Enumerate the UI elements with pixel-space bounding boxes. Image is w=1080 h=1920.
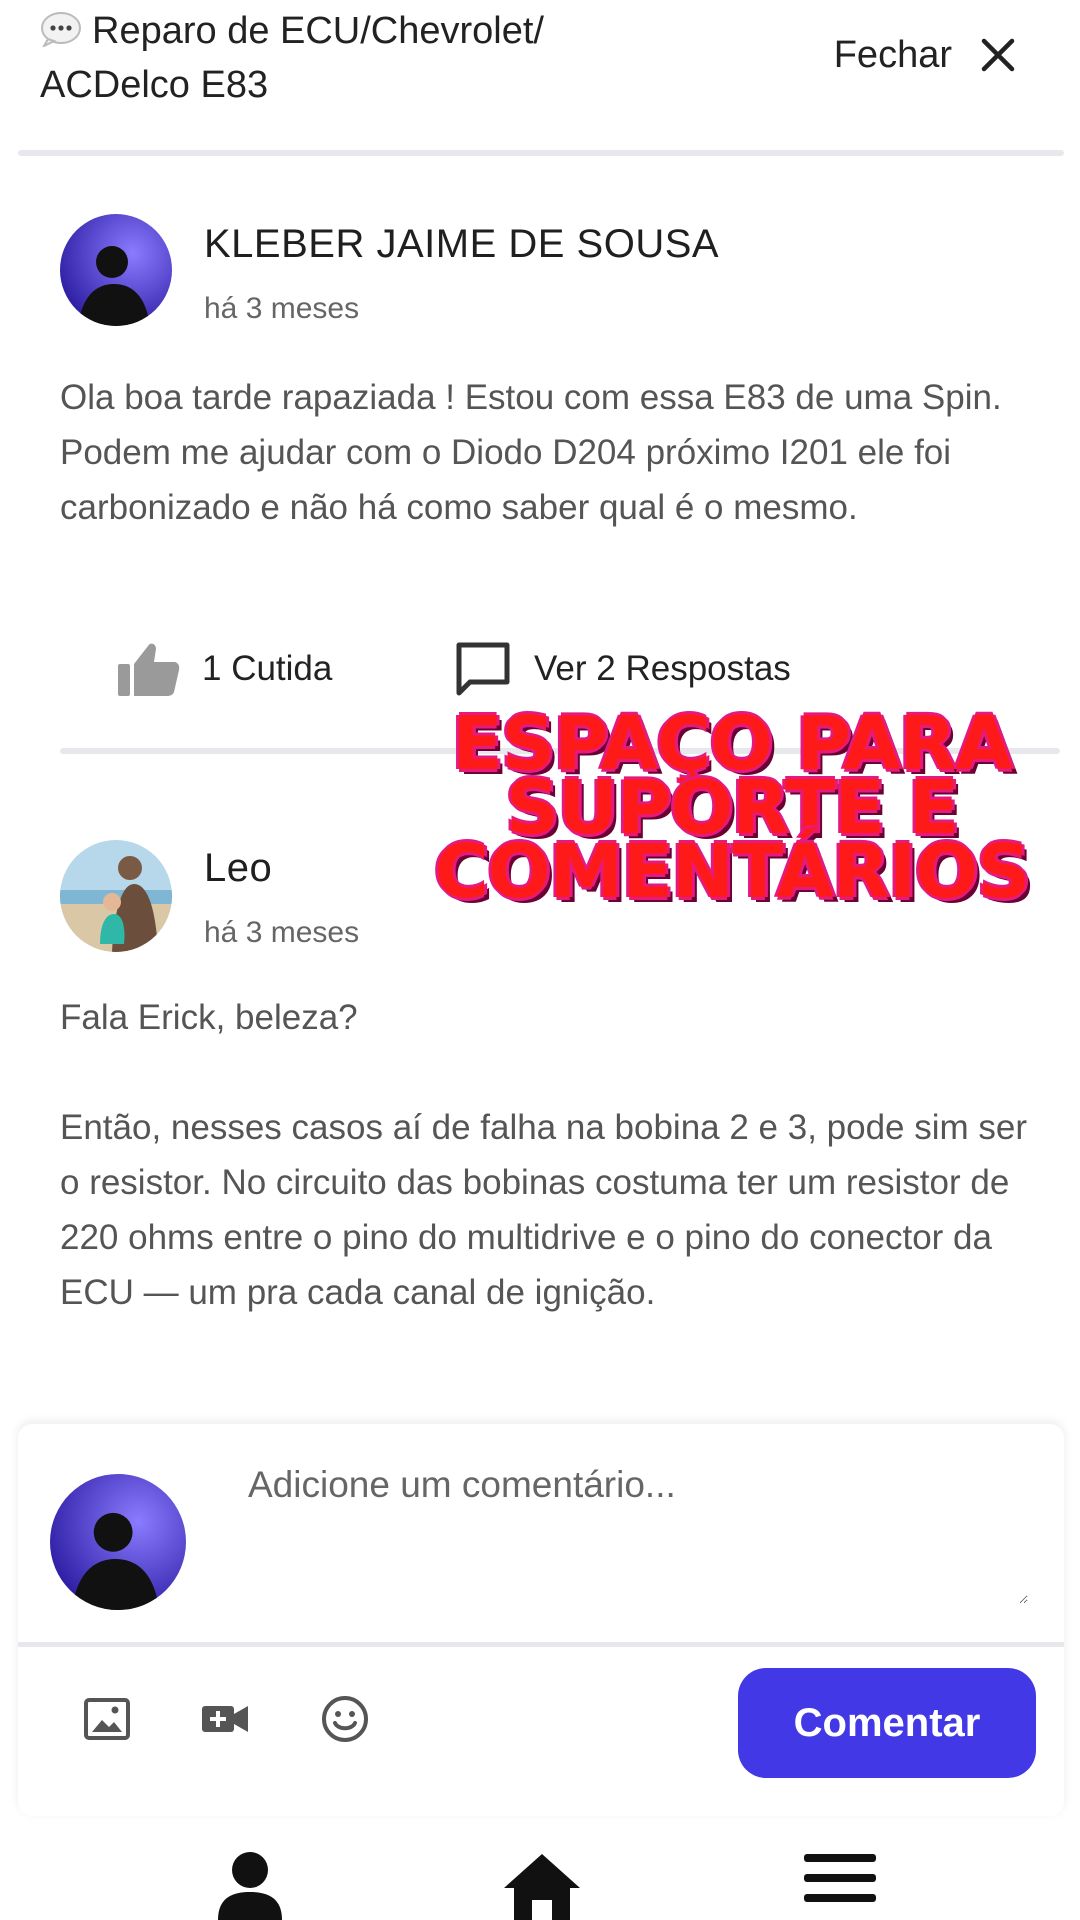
author-name[interactable]: Leo <box>204 846 272 891</box>
chat-bubble-icon <box>41 12 81 47</box>
close-label: Fechar <box>833 33 952 76</box>
avatar <box>50 1474 186 1610</box>
comment-icon <box>456 642 510 696</box>
post-time: há 3 meses <box>204 916 360 949</box>
post-time: há 3 meses <box>204 292 360 325</box>
replies-label: Ver 2 Respostas <box>534 649 791 688</box>
comment-input[interactable] <box>248 1464 1028 1604</box>
thumbs-up-icon <box>118 643 180 696</box>
header-divider <box>18 150 1064 156</box>
profile-icon[interactable] <box>212 1850 288 1920</box>
close-button[interactable]: Fechar <box>834 28 1018 82</box>
overlay-line: COMENTÁRIOS <box>434 829 1030 915</box>
like-button[interactable]: 1 Cutida <box>116 640 332 698</box>
post-body: Então, nesses casos aí de falha na bobin… <box>60 1108 1028 1312</box>
post-body: Ola boa tarde rapaziada ! Estou com essa… <box>60 378 1002 527</box>
avatar-image <box>50 1474 186 1610</box>
author-name[interactable]: KLEBER JAIME DE SOUSA <box>204 222 719 267</box>
video-icon[interactable] <box>200 1694 250 1744</box>
comment-submit-button[interactable]: Comentar <box>738 1668 1036 1778</box>
avatar[interactable] <box>60 840 172 952</box>
overlay-banner: ESPAÇO PARA SUPORTE E COMENTÁRIOS <box>392 707 1072 915</box>
close-icon <box>981 38 1015 72</box>
view-replies-button[interactable]: Ver 2 Respostas <box>454 640 791 698</box>
image-icon[interactable] <box>82 1694 132 1744</box>
like-count: 1 Cutida <box>202 649 333 688</box>
post-actions: 1 Cutida Ver 2 Respostas <box>0 640 1080 710</box>
post-body: Fala Erick, beleza? <box>60 998 358 1037</box>
menu-icon[interactable] <box>802 1850 878 1910</box>
page-title-text: Reparo de ECU/Chevrolet/ ACDelco E83 <box>40 10 544 106</box>
avatar-image <box>60 840 172 952</box>
home-icon[interactable] <box>500 1850 584 1920</box>
emoji-icon[interactable] <box>320 1694 370 1744</box>
page-title: Reparo de ECU/Chevrolet/ ACDelco E83 <box>40 4 600 112</box>
bottom-nav <box>0 1830 1080 1920</box>
avatar-image <box>60 214 172 326</box>
composer-divider <box>18 1642 1064 1647</box>
header: Reparo de ECU/Chevrolet/ ACDelco E83 Fec… <box>0 0 1080 156</box>
avatar[interactable] <box>60 214 172 326</box>
comment-composer: Comentar <box>18 1424 1064 1816</box>
